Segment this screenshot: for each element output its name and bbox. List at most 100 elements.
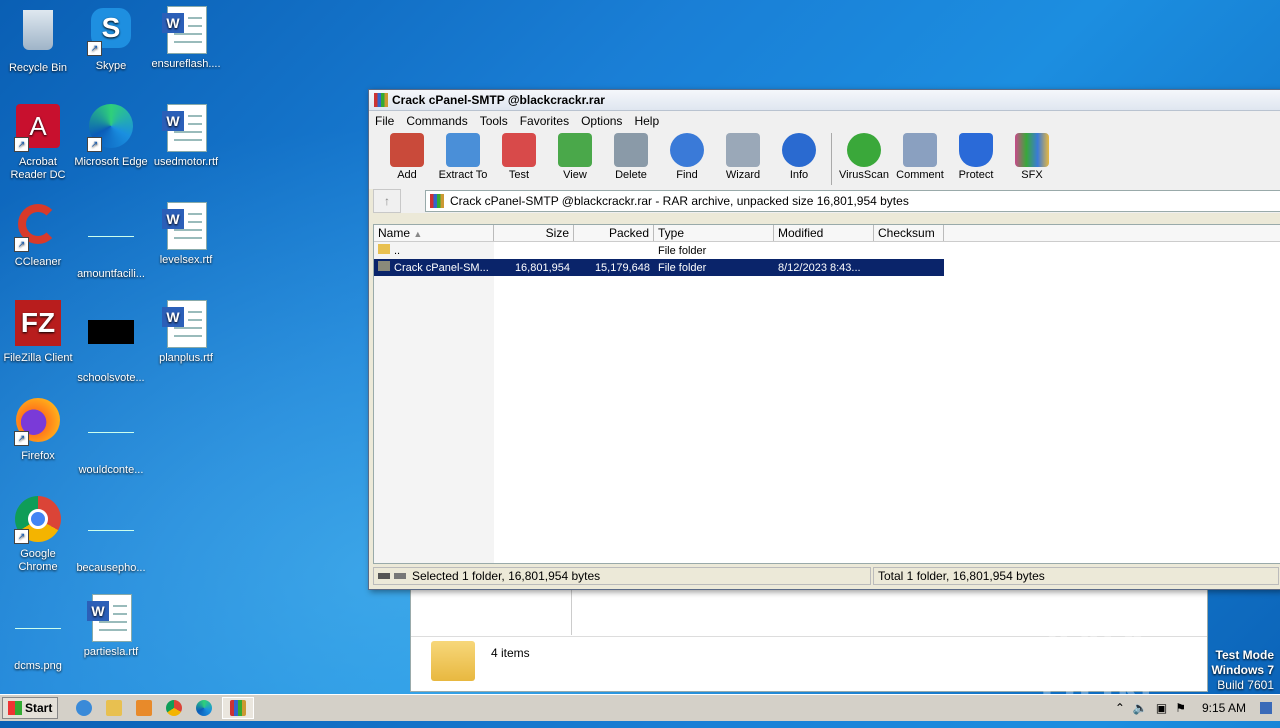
add-button[interactable]: Add xyxy=(379,133,435,181)
chrome-icon: ↗ xyxy=(14,496,62,544)
view-button[interactable]: View xyxy=(547,133,603,181)
table-row[interactable]: .. File folder xyxy=(374,242,1280,259)
drive-icon xyxy=(378,573,390,579)
desktop-icon-amountfacili[interactable]: amountfacili... xyxy=(73,202,149,281)
status-bar: Selected 1 folder, 16,801,954 bytes Tota… xyxy=(373,567,1279,585)
address-field[interactable]: Crack cPanel-SMTP @blackcrackr.rar - RAR… xyxy=(425,190,1280,212)
desktop-icon-edge[interactable]: ↗ Microsoft Edge xyxy=(73,104,149,169)
volume-icon[interactable]: 🔈 xyxy=(1133,701,1148,715)
chrome-icon xyxy=(166,700,183,716)
title-bar[interactable]: Crack cPanel-SMTP @blackcrackr.rar xyxy=(369,90,1280,111)
desktop-icon-label: Firefox xyxy=(21,450,55,462)
desktop-icon-filezilla[interactable]: FZ FileZilla Client xyxy=(0,300,76,365)
menu-favorites[interactable]: Favorites xyxy=(514,114,575,128)
desktop-icon-recycle-bin[interactable]: Recycle Bin xyxy=(0,6,76,75)
desktop-icon-skype[interactable]: S ↗ Skype xyxy=(73,6,149,73)
column-header-type[interactable]: Type xyxy=(654,225,774,241)
column-header-modified[interactable]: Modified xyxy=(774,225,874,241)
item-count: 4 items xyxy=(491,646,530,660)
winrar-taskbar-button[interactable] xyxy=(222,697,255,719)
comment-button[interactable]: Comment xyxy=(892,133,948,181)
media-player-taskbar-button[interactable] xyxy=(132,698,156,718)
column-header-name[interactable]: Name ▲ xyxy=(374,225,494,241)
rar-archive-icon xyxy=(430,194,444,208)
desktop-icon-becausepho[interactable]: becausepho... xyxy=(73,496,149,575)
desktop-icon-label: schoolsvote... xyxy=(77,372,145,384)
column-header-checksum[interactable]: Checksum xyxy=(874,225,944,241)
desktop-icon-label: CCleaner xyxy=(14,256,62,268)
blank-file-icon xyxy=(87,510,135,558)
column-header-size[interactable]: Size xyxy=(494,225,574,241)
bug-icon xyxy=(847,133,881,167)
column-header-packed[interactable]: Packed xyxy=(574,225,654,241)
desktop-icon-label: FileZilla Client xyxy=(3,352,73,364)
menu-commands[interactable]: Commands xyxy=(400,114,473,128)
name-column-shade xyxy=(374,242,494,563)
explorer-taskbar-button[interactable] xyxy=(102,698,126,718)
clock[interactable]: 9:15 AM xyxy=(1202,701,1246,715)
test-clipboard-icon xyxy=(502,133,536,167)
delete-button[interactable]: Delete xyxy=(603,133,659,181)
desktop-icon-schoolsvote[interactable]: schoolsvote... xyxy=(73,300,149,385)
desktop-icon-wouldconte[interactable]: wouldconte... xyxy=(73,398,149,477)
start-button[interactable]: Start xyxy=(2,697,59,719)
blank-file-icon xyxy=(87,216,135,264)
blank-file-icon xyxy=(87,412,135,460)
cell-packed: 15,179,648 xyxy=(594,261,650,274)
wand-icon xyxy=(726,133,760,167)
cell-type: File folder xyxy=(658,261,707,274)
extract-to-button[interactable]: Extract To xyxy=(435,133,491,181)
show-hidden-icons-icon[interactable]: ⌃ xyxy=(1115,701,1125,715)
sfx-button[interactable]: SFX xyxy=(1004,133,1060,181)
test-button[interactable]: Test xyxy=(491,133,547,181)
windows-logo-icon xyxy=(8,701,22,715)
sfx-box-icon xyxy=(1015,133,1049,167)
action-center-flag-icon[interactable]: ⚑ xyxy=(1175,701,1186,715)
key-icon xyxy=(394,573,406,579)
word-document-icon: W xyxy=(162,300,210,348)
folder-icon xyxy=(378,261,390,271)
trash-icon xyxy=(614,133,648,167)
menu-options[interactable]: Options xyxy=(575,114,628,128)
black-file-icon xyxy=(87,320,135,368)
acrobat-icon: A ↗ xyxy=(14,104,62,152)
chrome-taskbar-button[interactable] xyxy=(162,698,186,718)
wizard-label: Wizard xyxy=(725,169,761,181)
menu-tools[interactable]: Tools xyxy=(474,114,514,128)
address-bar: ↑ Crack cPanel-SMTP @blackcrackr.rar - R… xyxy=(373,189,1280,213)
desktop-icon-dcms[interactable]: dcms.png xyxy=(0,594,76,673)
word-document-icon: W xyxy=(162,6,210,54)
desktop-icon-label: levelsex.rtf xyxy=(159,254,213,266)
edge-taskbar-button[interactable] xyxy=(192,698,216,718)
ie-taskbar-button[interactable] xyxy=(72,698,96,718)
table-row-selected[interactable]: Crack cPanel-SM... 16,801,954 15,179,648… xyxy=(374,259,944,276)
firefox-icon: ↗ xyxy=(14,398,62,446)
desktop-icon-ensureflash[interactable]: W ensureflash.... xyxy=(148,6,224,71)
file-list[interactable]: Name ▲ Size Packed Type Modified Checksu… xyxy=(373,224,1280,564)
desktop-icon-label: Acrobat Reader DC xyxy=(10,156,66,181)
desktop-icon-partiesla[interactable]: W partiesla.rtf xyxy=(73,594,149,659)
show-desktop-icon[interactable] xyxy=(1260,702,1272,714)
find-button[interactable]: Find xyxy=(659,133,715,181)
desktop-icon-usedmotor[interactable]: W usedmotor.rtf xyxy=(148,104,224,169)
info-button[interactable]: Info xyxy=(771,133,827,181)
protect-button[interactable]: Protect xyxy=(948,133,1004,181)
menu-file[interactable]: File xyxy=(369,114,400,128)
cell-modified: 8/12/2023 8:43... xyxy=(778,261,861,274)
virusscan-button[interactable]: VirusScan xyxy=(836,133,892,181)
desktop-icon-chrome[interactable]: ↗ Google Chrome xyxy=(0,496,76,574)
desktop-icon-ccleaner[interactable]: ↗ CCleaner xyxy=(0,202,76,269)
up-arrow-button[interactable]: ↑ xyxy=(373,189,401,213)
desktop-icon-label: planplus.rtf xyxy=(159,352,213,364)
desktop-icon-levelsex[interactable]: W levelsex.rtf xyxy=(148,202,224,267)
status-left: Selected 1 folder, 16,801,954 bytes xyxy=(373,567,871,585)
start-label: Start xyxy=(25,701,53,715)
desktop-icon-acrobat[interactable]: A ↗ Acrobat Reader DC xyxy=(0,104,76,182)
wizard-button[interactable]: Wizard xyxy=(715,133,771,181)
desktop-icon-firefox[interactable]: ↗ Firefox xyxy=(0,398,76,463)
menu-help[interactable]: Help xyxy=(628,114,665,128)
network-icon[interactable]: ▣ xyxy=(1156,701,1167,715)
desktop-icon-planplus[interactable]: W planplus.rtf xyxy=(148,300,224,365)
toolbar: Add Extract To Test View Delete Find Wiz… xyxy=(369,130,1280,189)
desktop-icon-label: Skype xyxy=(95,60,127,72)
